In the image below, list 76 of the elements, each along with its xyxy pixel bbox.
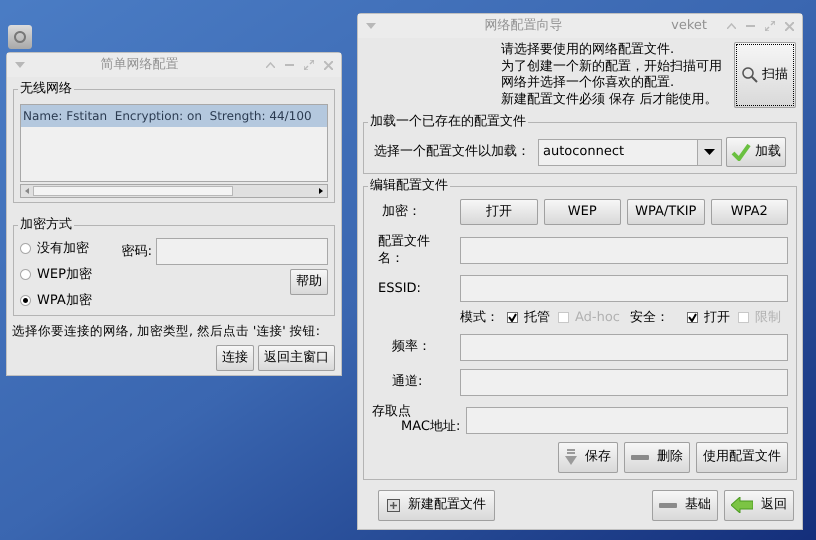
field-label: 配置文件名： — [377, 233, 431, 267]
encryption-button[interactable]: WEP — [544, 199, 621, 225]
checkbox-label: Ad-hoc — [575, 309, 620, 327]
check-icon — [508, 313, 517, 322]
password-label: 密码: — [122, 242, 152, 261]
input-field[interactable] — [466, 406, 788, 434]
action-button[interactable]: 保存 — [558, 442, 618, 472]
profile-dropdown[interactable]: autoconnect — [538, 138, 722, 166]
maximize-icon[interactable] — [765, 21, 775, 31]
checkbox-label: 托管 — [524, 309, 550, 327]
security-label: 安全： — [630, 309, 669, 327]
radio-label: WPA加密 — [37, 292, 92, 310]
group-title: 加载一个已存在的配置文件 — [368, 114, 528, 130]
group-title: 编辑配置文件 — [368, 178, 450, 194]
checkbox[interactable] — [686, 312, 698, 324]
field-label: MAC地址: — [400, 418, 462, 434]
mode-label: 模式： — [460, 309, 499, 327]
input-field[interactable] — [460, 275, 788, 302]
radio-button[interactable] — [20, 243, 31, 254]
help-button[interactable]: 帮助 — [290, 269, 328, 295]
minus-icon — [659, 502, 677, 508]
check-icon — [731, 143, 751, 161]
action-button[interactable]: 使用配置文件 — [696, 442, 788, 472]
field-label: ESSID: — [377, 280, 422, 297]
left-arrow-icon — [731, 497, 753, 513]
group-title: 加密方式 — [18, 217, 74, 233]
password-field[interactable] — [156, 238, 328, 265]
maximize-icon[interactable] — [304, 60, 314, 70]
encryption-button[interactable]: WPA2 — [710, 199, 788, 225]
checkbox-label: 限制 — [754, 309, 781, 327]
intro-text: 请选择要使用的网络配置文件. 为了创建一个新的配置，开始扫描可用 网络并选择一个你喜欢的配置. 新建配置文件必须 保存 后才能使用。 — [501, 42, 722, 108]
scan-button[interactable]: 扫描 — [734, 42, 796, 108]
field-label: 加密： — [381, 203, 422, 222]
close-icon[interactable] — [324, 60, 333, 70]
instruction-text: 选择你要连接的网络, 加密类型, 然后点击 '连接' 按钮: — [11, 322, 321, 340]
field-label: 频率： — [391, 338, 432, 356]
radio-button[interactable] — [20, 269, 31, 280]
user-name: veket — [671, 17, 707, 36]
search-icon — [742, 67, 758, 83]
dialog-button[interactable]: 返回主窗口 — [258, 344, 335, 371]
footer-button[interactable]: 返回 — [724, 490, 794, 520]
dialog-button[interactable]: 连接 — [216, 344, 254, 371]
checkbox[interactable] — [507, 312, 518, 324]
select-label: 选择一个配置文件以加载： — [374, 143, 530, 162]
minus-icon — [631, 454, 649, 460]
radio-label: 没有加密 — [37, 240, 89, 258]
group-title: 无线网络 — [18, 81, 74, 97]
minimize-icon[interactable] — [285, 64, 294, 66]
check-icon — [688, 313, 697, 322]
field-label: 存取点 — [372, 404, 412, 418]
shade-icon[interactable] — [266, 62, 275, 68]
footer-button[interactable]: 基础 — [652, 490, 718, 520]
encryption-button[interactable]: WPA/TKIP — [627, 199, 704, 225]
radio-label: WEP加密 — [37, 266, 92, 284]
load-button[interactable]: 加载 — [726, 137, 786, 167]
radio-button[interactable] — [20, 295, 31, 306]
dropdown-arrow-icon — [704, 149, 715, 155]
field-label: 通道: — [391, 373, 424, 392]
menu-arrow-icon[interactable] — [15, 62, 25, 68]
window-title: 简单网络配置 — [100, 56, 180, 74]
minimize-icon[interactable] — [746, 24, 755, 28]
checkbox-label: 打开 — [704, 309, 730, 327]
new-profile-button[interactable]: 新建配置文件 — [378, 490, 495, 520]
input-field[interactable] — [460, 334, 788, 360]
close-icon[interactable] — [785, 22, 794, 30]
input-field[interactable] — [460, 368, 788, 396]
action-button[interactable]: 删除 — [624, 442, 690, 472]
encryption-button[interactable]: 打开 — [460, 199, 538, 225]
network-row[interactable]: Name: Fstitan Encryption: on Strength: 44/100 — [21, 105, 327, 127]
plus-box-icon — [387, 498, 400, 512]
menu-arrow-icon[interactable] — [366, 23, 376, 29]
shade-icon[interactable] — [727, 23, 736, 29]
input-field[interactable] — [460, 236, 788, 264]
horizontal-scrollbar[interactable] — [20, 184, 328, 198]
window-title: 网络配置向导 — [484, 17, 564, 36]
down-arrow-icon — [565, 449, 577, 465]
